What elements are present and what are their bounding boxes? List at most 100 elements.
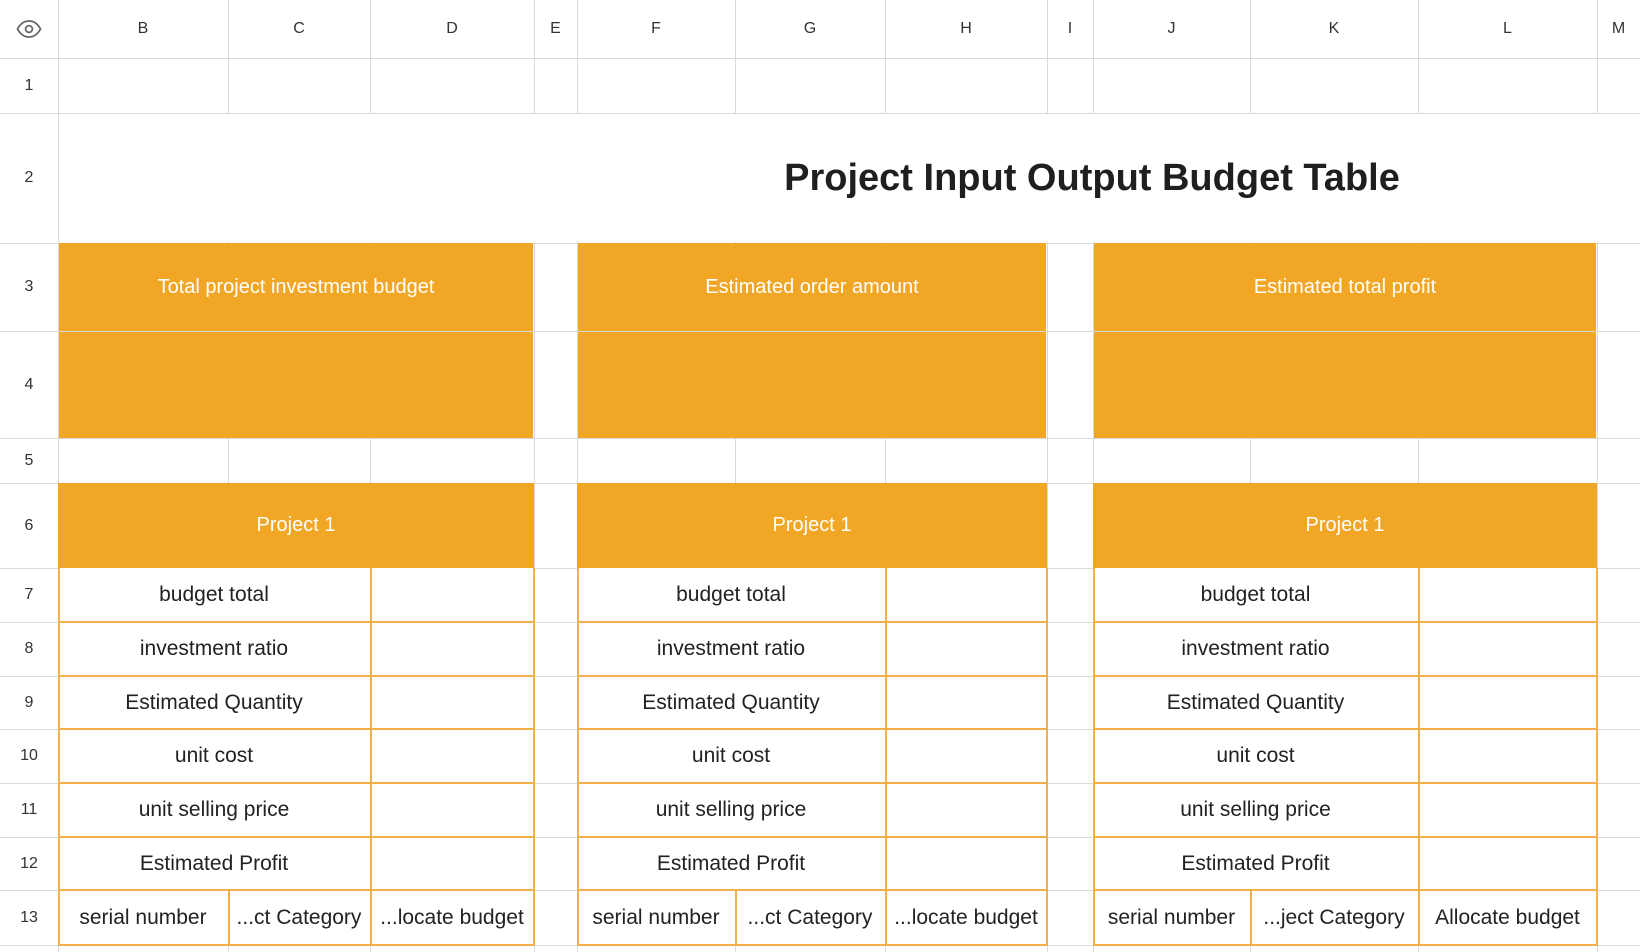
value-input-cell[interactable] <box>885 837 1047 890</box>
row-header-5[interactable]: 5 <box>0 438 58 483</box>
block-border <box>885 890 887 945</box>
column-title-cell[interactable]: Allocate budget <box>1418 890 1597 945</box>
row-label-cell[interactable]: investment ratio <box>1093 622 1418 676</box>
block-border <box>58 728 535 730</box>
value-input-cell[interactable] <box>1418 622 1597 676</box>
column-header-g[interactable]: G <box>735 0 885 58</box>
row-header-7[interactable]: 7 <box>0 568 58 622</box>
column-title-cell[interactable]: serial number <box>58 890 228 945</box>
row-label-cell[interactable]: budget total <box>58 568 370 622</box>
value-input-cell[interactable] <box>1418 676 1597 729</box>
row-header-1[interactable]: 1 <box>0 58 58 113</box>
row-header-13[interactable]: 13 <box>0 890 58 945</box>
block-border <box>577 944 1048 946</box>
column-title-cell[interactable]: ...ct Category <box>735 890 885 945</box>
value-input-cell[interactable] <box>885 622 1047 676</box>
grid-line <box>0 58 1640 59</box>
column-title-cell[interactable]: ...ct Category <box>228 890 370 945</box>
value-input-cell[interactable] <box>885 783 1047 837</box>
row-label-cell[interactable]: Estimated Profit <box>58 837 370 890</box>
column-header-h[interactable]: H <box>885 0 1047 58</box>
value-input-cell[interactable] <box>370 676 534 729</box>
block-border <box>577 782 1048 784</box>
column-title-cell[interactable]: ...locate budget <box>370 890 534 945</box>
column-header-f[interactable]: F <box>577 0 735 58</box>
block-border <box>58 836 535 838</box>
block-border <box>1250 890 1252 945</box>
row-label-cell[interactable]: unit selling price <box>1093 783 1418 837</box>
value-input-cell[interactable] <box>370 837 534 890</box>
value-input-cell[interactable] <box>1418 783 1597 837</box>
row-label-cell[interactable]: budget total <box>577 568 885 622</box>
block-border <box>1093 944 1598 946</box>
row-label-cell[interactable]: Estimated Quantity <box>1093 676 1418 729</box>
value-input-cell[interactable] <box>885 729 1047 783</box>
row-header-2[interactable]: 2 <box>0 113 58 243</box>
spreadsheet: BCDEFGHIJKLM 1 2 3 4 5 6 7 8 9 10 11 12 13 Project I… <box>0 0 1640 952</box>
block-border <box>58 621 535 623</box>
sheet-title[interactable]: Project Input Output Budget Table <box>552 113 1632 243</box>
value-input-cell[interactable] <box>885 568 1047 622</box>
summary-value-cell-order-amount[interactable] <box>578 332 1046 438</box>
value-input-cell[interactable] <box>885 676 1047 729</box>
row-header-4[interactable]: 4 <box>0 331 58 438</box>
summary-value-cell-total-profit[interactable] <box>1094 332 1596 438</box>
value-input-cell[interactable] <box>1418 837 1597 890</box>
row-label-cell[interactable]: investment ratio <box>58 622 370 676</box>
row-label-cell[interactable]: Estimated Profit <box>577 837 885 890</box>
row-header-3[interactable]: 3 <box>0 243 58 331</box>
row-label-cell[interactable]: Estimated Quantity <box>577 676 885 729</box>
row-label-cell[interactable]: unit cost <box>1093 729 1418 783</box>
row-label-cell[interactable]: Estimated Profit <box>1093 837 1418 890</box>
value-input-cell[interactable] <box>370 622 534 676</box>
column-header-k[interactable]: K <box>1250 0 1418 58</box>
column-header-d[interactable]: D <box>370 0 534 58</box>
value-input-cell[interactable] <box>370 783 534 837</box>
block-border <box>1093 728 1598 730</box>
value-input-cell[interactable] <box>1418 568 1597 622</box>
project-label: Project 1 <box>256 514 336 536</box>
block-border <box>1093 782 1598 784</box>
column-title-cell[interactable]: ...locate budget <box>885 890 1047 945</box>
row-header-8[interactable]: 8 <box>0 622 58 676</box>
row-label-cell[interactable]: unit cost <box>577 729 885 783</box>
row-label-cell[interactable]: budget total <box>1093 568 1418 622</box>
row-header-6[interactable]: 6 <box>0 483 58 568</box>
value-input-cell[interactable] <box>370 568 534 622</box>
column-header-m[interactable]: M <box>1597 0 1640 58</box>
row-label-cell[interactable]: unit cost <box>58 729 370 783</box>
summary-value-cell-investment[interactable] <box>59 332 533 438</box>
column-title-cell[interactable]: serial number <box>577 890 735 945</box>
select-all-corner[interactable] <box>0 0 58 58</box>
value-input-cell[interactable] <box>1418 729 1597 783</box>
row-label-cell[interactable]: Estimated Quantity <box>58 676 370 729</box>
column-header-j[interactable]: J <box>1093 0 1250 58</box>
column-header-e[interactable]: E <box>534 0 577 58</box>
column-title-cell[interactable]: ...ject Category <box>1250 890 1418 945</box>
column-header-i[interactable]: I <box>1047 0 1093 58</box>
column-header-l[interactable]: L <box>1418 0 1597 58</box>
block-border <box>58 889 535 891</box>
row-header-9[interactable]: 9 <box>0 676 58 729</box>
row-header-10[interactable]: 10 <box>0 729 58 783</box>
block-border <box>577 621 1048 623</box>
block-border <box>58 944 535 946</box>
row-header-12[interactable]: 12 <box>0 837 58 890</box>
block-border <box>58 782 535 784</box>
block-border <box>577 836 1048 838</box>
column-header-b[interactable]: B <box>58 0 228 58</box>
summary-label-total-profit: Estimated total profit <box>1253 275 1437 298</box>
row-header-11[interactable]: 11 <box>0 783 58 837</box>
block-border <box>577 728 1048 730</box>
row-label-cell[interactable]: investment ratio <box>577 622 885 676</box>
summary-label-investment: Total project investment budget <box>157 275 435 298</box>
column-title-cell[interactable]: serial number <box>1093 890 1250 945</box>
column-header-c[interactable]: C <box>228 0 370 58</box>
eye-icon <box>16 20 42 38</box>
row-label-cell[interactable]: unit selling price <box>58 783 370 837</box>
grid-line <box>0 438 1640 439</box>
block-border <box>1418 890 1420 945</box>
row-label-cell[interactable]: unit selling price <box>577 783 885 837</box>
value-input-cell[interactable] <box>370 729 534 783</box>
block-border <box>577 889 1048 891</box>
